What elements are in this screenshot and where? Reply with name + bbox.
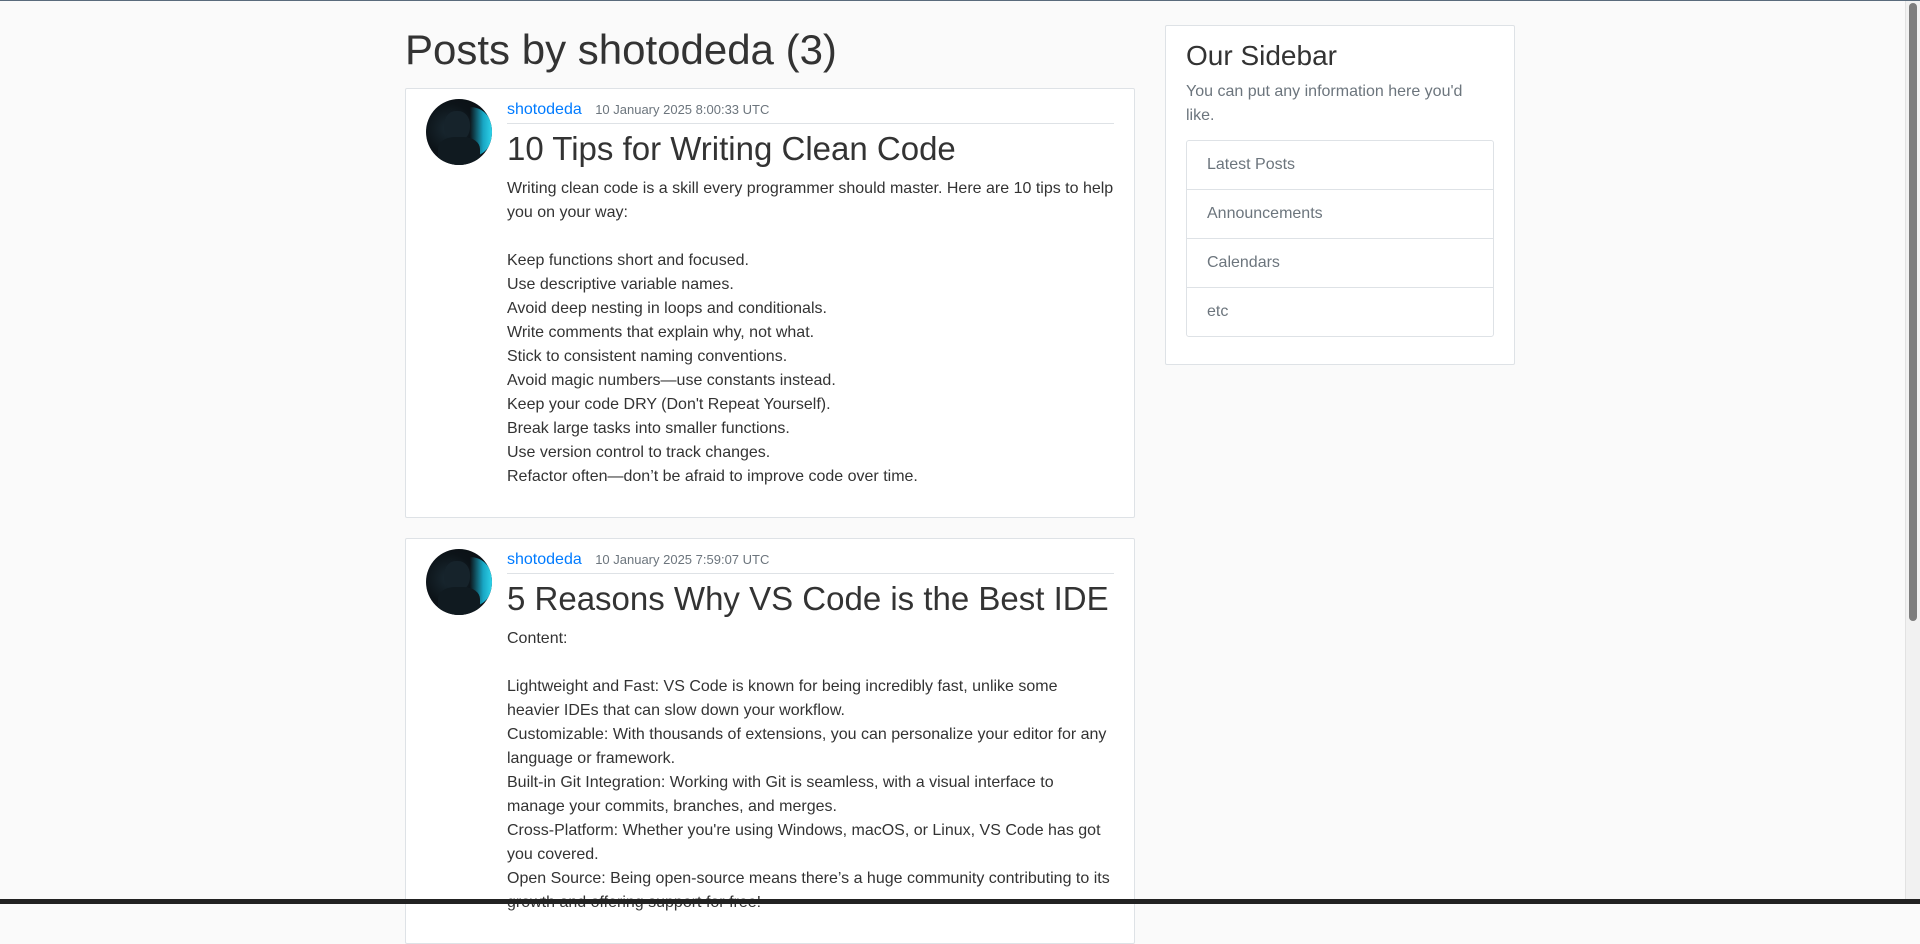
sidebar-title: Our Sidebar — [1186, 40, 1337, 71]
post-line: Avoid deep nesting in loops and conditio… — [507, 300, 827, 317]
post-meta: shotodeda 10 January 2025 8:00:33 UTC — [507, 99, 1114, 124]
author-avatar[interactable] — [426, 549, 492, 615]
post-line: Cross-Platform: Whether you're using Win… — [507, 822, 1101, 863]
post-line: Keep your code DRY (Don't Repeat Yoursel… — [507, 396, 831, 413]
sidebar-description: You can put any information here you'd l… — [1186, 83, 1463, 124]
post-meta: shotodeda 10 January 2025 7:59:07 UTC — [507, 549, 1114, 574]
post-intro: Content: — [507, 630, 568, 647]
sidebar-list: Latest Posts Announcements Calendars etc — [1186, 140, 1494, 337]
post-line: Avoid magic numbers—use constants instea… — [507, 372, 836, 389]
author-avatar[interactable] — [426, 99, 492, 165]
post-line: Keep functions short and focused. — [507, 252, 749, 269]
sidebar-item-etc[interactable]: etc — [1187, 288, 1493, 336]
post-line: Open Source: Being open-source means the… — [507, 870, 1110, 911]
post-line: Lightweight and Fast: VS Code is known f… — [507, 678, 1058, 719]
post-date: 10 January 2025 7:59:07 UTC — [595, 552, 770, 567]
post-content: Content: Lightweight and Fast: VS Code i… — [507, 627, 1114, 915]
post-content: Writing clean code is a skill every prog… — [507, 177, 1114, 489]
sidebar-item-announcements[interactable]: Announcements — [1187, 190, 1493, 239]
post-card: shotodeda 10 January 2025 8:00:33 UTC 10… — [405, 88, 1135, 518]
window-bottom-border — [0, 899, 1920, 904]
post-line: Use descriptive variable names. — [507, 276, 734, 293]
post-line: Stick to consistent naming conventions. — [507, 348, 788, 365]
main-content: Posts by shotodeda (3) shotodeda 10 Janu… — [405, 0, 1135, 944]
post-intro: Writing clean code is a skill every prog… — [507, 180, 1114, 221]
post-line: Customizable: With thousands of extensio… — [507, 726, 1107, 767]
post-line: Break large tasks into smaller functions… — [507, 420, 790, 437]
post-date: 10 January 2025 8:00:33 UTC — [595, 102, 770, 117]
post-line: Write comments that explain why, not wha… — [507, 324, 815, 341]
sidebar: Our Sidebar You can put any information … — [1165, 25, 1515, 365]
author-link[interactable]: shotodeda — [507, 101, 582, 118]
post-title[interactable]: 10 Tips for Writing Clean Code — [507, 129, 1114, 169]
post-line: Use version control to track changes. — [507, 444, 771, 461]
sidebar-item-calendars[interactable]: Calendars — [1187, 239, 1493, 288]
post-line: Refactor often—don’t be afraid to improv… — [507, 468, 918, 485]
sidebar-item-latest-posts[interactable]: Latest Posts — [1187, 141, 1493, 190]
author-link[interactable]: shotodeda — [507, 551, 582, 568]
post-line: Built-in Git Integration: Working with G… — [507, 774, 1054, 815]
scrollbar-thumb[interactable] — [1909, 3, 1917, 621]
post-card: shotodeda 10 January 2025 7:59:07 UTC 5 … — [405, 538, 1135, 944]
page-title: Posts by shotodeda (3) — [405, 26, 837, 73]
post-title[interactable]: 5 Reasons Why VS Code is the Best IDE — [507, 579, 1114, 619]
vertical-scrollbar[interactable] — [1905, 1, 1920, 899]
